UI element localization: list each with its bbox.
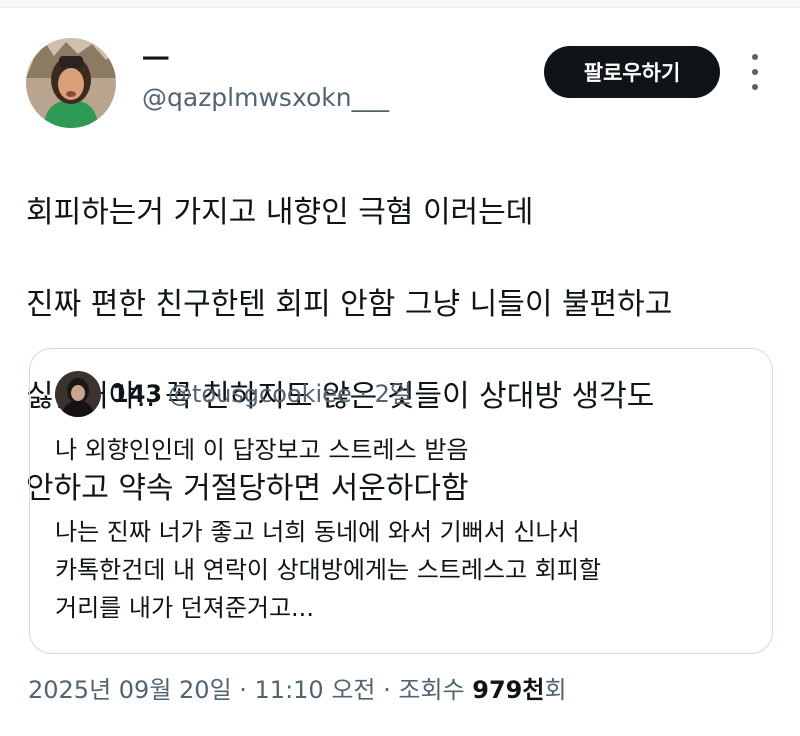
quoted-author-meta[interactable]: @tousgcookiee · 2일 <box>168 379 412 409</box>
quoted-author-name[interactable]: 143 <box>112 379 162 409</box>
top-divider <box>0 0 800 8</box>
quoted-author-avatar[interactable] <box>55 371 101 417</box>
quoted-text-line: 거리를 내가 던져준거고... <box>55 594 314 622</box>
tweet-datetime[interactable]: 2025년 09월 20일 · 11:10 오전 · 조회수 <box>28 676 472 704</box>
more-vertical-icon[interactable] <box>748 54 762 90</box>
dot <box>752 54 758 60</box>
tweet-header: ㅡ @qazplmwsxokn___ 팔로우하기 <box>26 38 776 128</box>
tweet-text-line: 진짜 편한 친구한텐 회피 안함 그냥 니들이 불편하고 <box>26 287 673 322</box>
tweet-metadata: 2025년 09월 20일 · 11:10 오전 · 조회수 979천회 <box>28 672 567 708</box>
quoted-text-line: 나는 진짜 너가 좋고 너희 동네에 와서 기뻐서 신나서 <box>55 518 580 546</box>
quoted-tweet-text: 나 외향인인데 이 답장보고 스트레스 받음 나는 진짜 너가 좋고 너희 동네… <box>55 431 755 627</box>
quoted-text-paragraph: 나는 진짜 너가 좋고 너희 동네에 와서 기뻐서 신나서 카톡한건데 내 연락… <box>55 513 755 627</box>
dot <box>752 69 758 75</box>
quoted-tweet[interactable]: 143 @tousgcookiee · 2일 나 외향인인데 이 답장보고 스트… <box>29 348 773 654</box>
author-handle[interactable]: @qazplmwsxokn___ <box>142 82 389 114</box>
tweet-text-line: 회피하는거 가지고 내향인 극혐 이러는데 <box>26 195 534 230</box>
avatar-photo-icon <box>26 38 116 128</box>
quoted-text-line: 카톡한건데 내 연락이 상대방에게는 스트레스고 회피할 <box>55 556 601 584</box>
views-count: 979천 <box>472 676 545 704</box>
quoted-text-line: 나 외향인인데 이 답장보고 스트레스 받음 <box>55 436 469 464</box>
author-display-name[interactable]: ㅡ <box>142 44 170 78</box>
avatar-photo-icon <box>55 371 101 417</box>
follow-button[interactable]: 팔로우하기 <box>544 46 720 98</box>
views-suffix: 회 <box>544 676 567 704</box>
author-avatar[interactable] <box>26 38 116 128</box>
dot <box>752 84 758 90</box>
